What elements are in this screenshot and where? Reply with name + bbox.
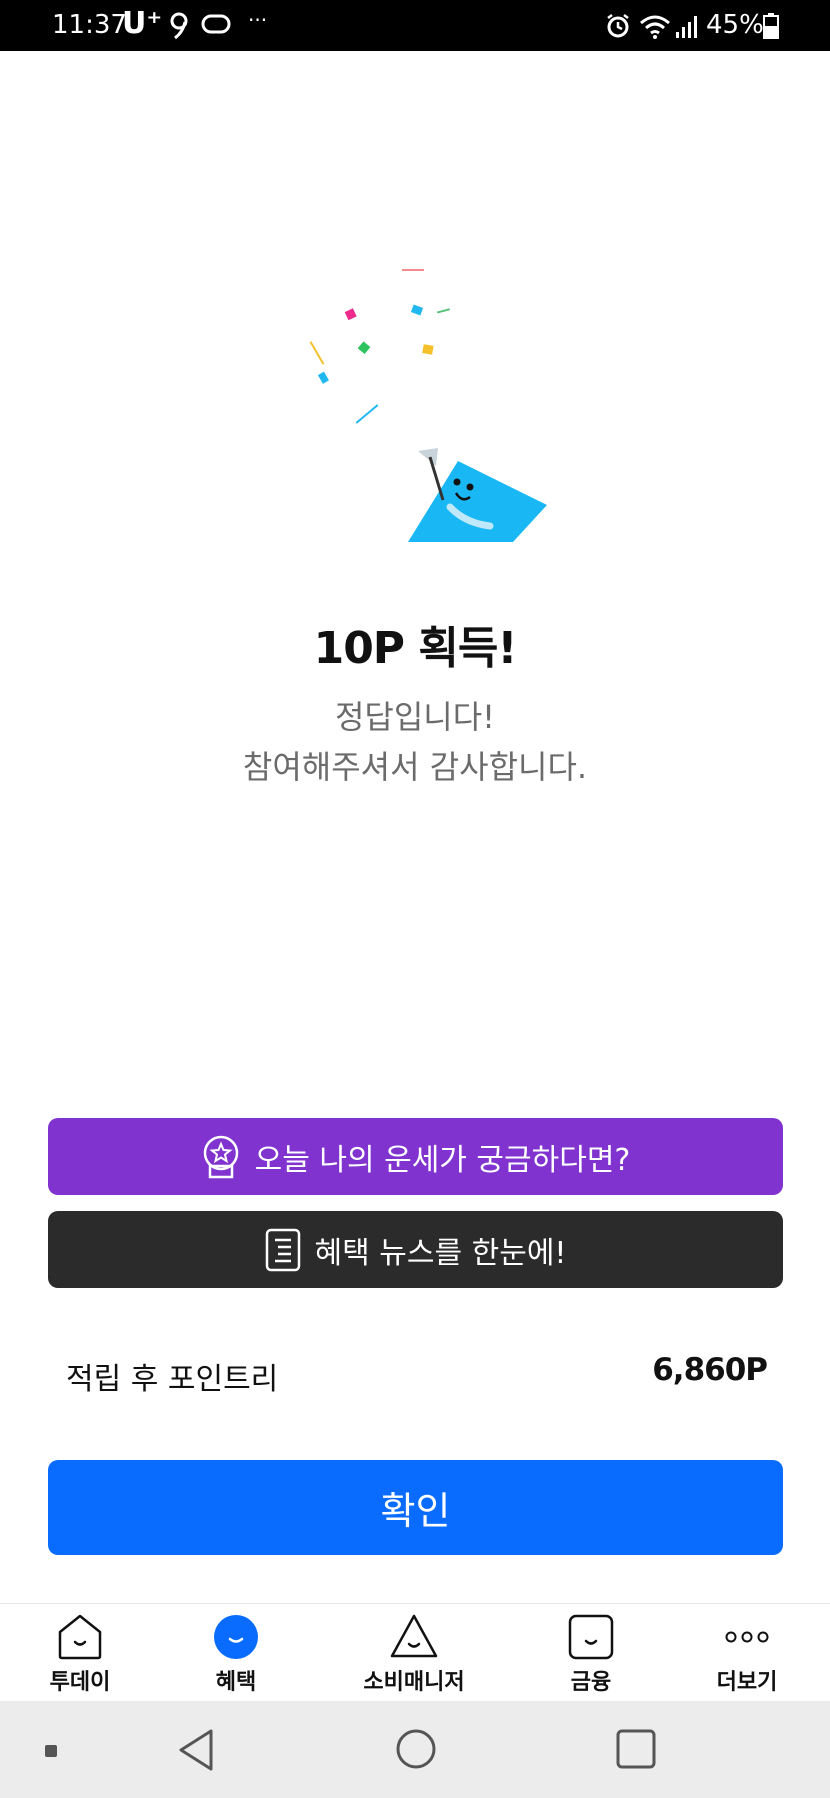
nav-label-benefit: 혜택 [215, 1670, 257, 1695]
nav-label-spending-manager: 소비매니저 [363, 1670, 465, 1695]
nav-label-more: 더보기 [716, 1670, 778, 1695]
status-time: 11:37 [52, 10, 127, 40]
confirm-button[interactable]: 확인 [48, 1460, 783, 1555]
more-dots-icon [677, 1612, 817, 1662]
carrier-label: U⁺ [122, 6, 163, 41]
confirm-button-label: 확인 [380, 1489, 451, 1533]
fortune-button[interactable]: 오늘 나의 운세가 궁금하다면? [48, 1118, 783, 1195]
alarm-icon [604, 12, 632, 44]
nav-item-finance[interactable]: 금융 [521, 1604, 661, 1702]
nav-label-today: 투데이 [49, 1670, 111, 1695]
carrier-logo-icon [168, 12, 190, 44]
recent-apps-icon[interactable] [614, 1727, 658, 1775]
benefit-news-button[interactable]: 혜택 뉴스를 한눈에! [48, 1211, 783, 1288]
system-navigation-bar [0, 1701, 830, 1798]
home-icon[interactable] [394, 1727, 438, 1775]
points-balance-value: 6,860P [652, 1352, 768, 1388]
reward-message: 정답입니다! 참여해주셔서 감사합니다. [0, 692, 830, 792]
nav-item-benefit[interactable]: 혜택 [166, 1604, 306, 1702]
message-bubble-icon [200, 12, 232, 42]
celebration-mascot-illustration [300, 260, 560, 550]
crystal-ball-icon [201, 1134, 241, 1180]
reward-message-line1: 정답입니다! [334, 698, 496, 736]
more-notifications-icon: ··· [248, 8, 268, 32]
nav-item-more[interactable]: 더보기 [677, 1604, 817, 1702]
status-bar: 11:37 U⁺ ··· 45% [0, 0, 830, 51]
points-balance-row: 적립 후 포인트리 6,860P [48, 1348, 783, 1400]
battery-icon [762, 12, 780, 44]
benefit-face-icon [166, 1612, 306, 1662]
points-balance-label: 적립 후 포인트리 [66, 1362, 279, 1397]
benefit-news-button-label: 혜택 뉴스를 한눈에! [314, 1235, 567, 1271]
newspaper-icon [265, 1228, 301, 1272]
nav-label-finance: 금융 [570, 1670, 612, 1695]
nav-item-today[interactable]: 투데이 [10, 1604, 150, 1702]
back-icon[interactable] [176, 1727, 216, 1777]
bottom-navigation: 투데이 혜택 소비매니저 금융 더보기 [0, 1603, 830, 1702]
reward-title: 10P 획득! [313, 623, 518, 674]
wifi-icon [638, 12, 672, 44]
menu-dot-icon[interactable] [44, 1743, 58, 1762]
reward-message-line2: 참여해주셔서 감사합니다. [242, 748, 588, 786]
finance-square-icon [521, 1612, 661, 1662]
fortune-button-label: 오늘 나의 운세가 궁금하다면? [254, 1142, 631, 1178]
signal-icon [674, 12, 702, 44]
today-house-icon [10, 1612, 150, 1662]
battery-percent: 45% [706, 10, 764, 40]
spending-triangle-icon [344, 1612, 484, 1662]
nav-item-spending-manager[interactable]: 소비매니저 [344, 1604, 484, 1702]
